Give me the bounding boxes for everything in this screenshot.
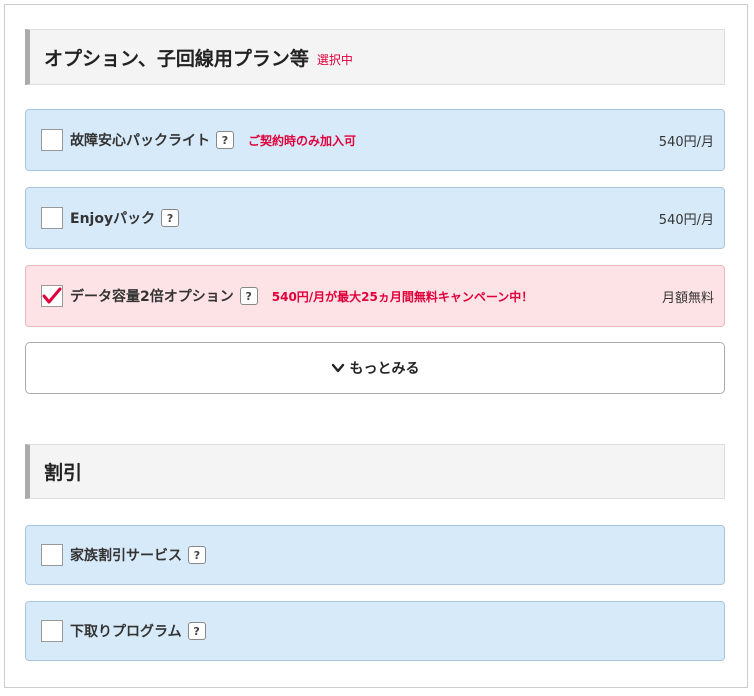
options-section-title: オプション、子回線用プラン等 xyxy=(44,47,309,70)
discount-item-trade-in[interactable]: 下取りプログラム ? xyxy=(25,601,725,661)
option-checkbox[interactable] xyxy=(41,129,63,151)
discount-section-header: 割引 xyxy=(25,444,725,499)
show-more-label: もっとみる xyxy=(349,361,420,377)
option-checkbox-checked[interactable] xyxy=(41,285,63,307)
help-icon[interactable]: ? xyxy=(216,131,234,149)
discount-name: 下取りプログラム xyxy=(70,624,182,640)
help-icon[interactable]: ? xyxy=(187,622,206,640)
option-name: データ容量2倍オプション xyxy=(70,289,234,305)
discount-item-family[interactable]: 家族割引サービス ? xyxy=(25,525,725,585)
option-note: ご契約時のみ加入可 xyxy=(248,133,357,148)
chevron-down-icon xyxy=(331,363,344,373)
option-item-data-double[interactable]: データ容量2倍オプション ? 540円/月が最大25ヵ月間無料キャンペーン中！ … xyxy=(25,265,725,327)
discount-checkbox[interactable] xyxy=(41,620,63,642)
discount-name: 家族割引サービス xyxy=(70,548,182,564)
option-price: 540円/月 xyxy=(658,134,714,150)
option-name: Enjoyパック xyxy=(70,211,156,227)
help-icon[interactable]: ? xyxy=(239,287,258,305)
show-more-button[interactable]: もっとみる xyxy=(25,342,725,394)
discount-section-title: 割引 xyxy=(44,462,83,484)
option-checkbox[interactable] xyxy=(41,207,63,229)
discount-checkbox[interactable] xyxy=(41,544,63,566)
help-icon[interactable]: ? xyxy=(188,546,206,564)
help-icon[interactable]: ? xyxy=(161,209,180,227)
option-item-kosho-anshin[interactable]: 故障安心パックライト ? ご契約時のみ加入可 540円/月 xyxy=(25,109,725,171)
options-section-header: オプション、子回線用プラン等 選択中 xyxy=(25,29,725,85)
checkmark-icon xyxy=(42,287,62,304)
option-price: 月額無料 xyxy=(661,290,714,306)
option-price: 540円/月 xyxy=(658,212,714,228)
option-note: 540円/月が最大25ヵ月間無料キャンペーン中！ xyxy=(271,289,534,304)
selected-badge: 選択中 xyxy=(316,53,353,67)
option-name: 故障安心パックライト xyxy=(70,133,210,149)
option-item-enjoy-pack[interactable]: Enjoyパック ? 540円/月 xyxy=(25,187,725,249)
page-frame: オプション、子回線用プラン等 選択中 故障安心パックライト ? ご契約時のみ加入… xyxy=(4,4,748,688)
